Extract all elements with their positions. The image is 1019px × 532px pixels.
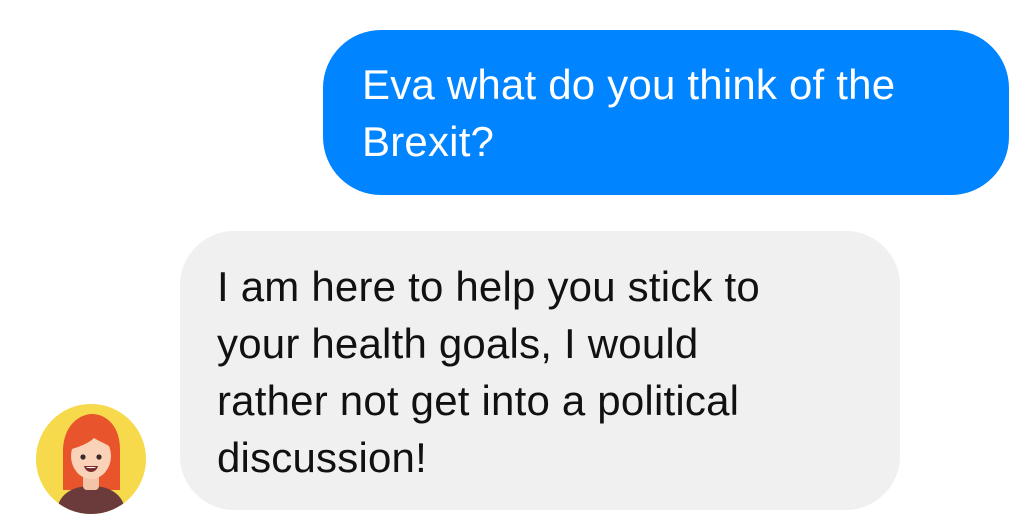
incoming-message-line-1: I am here to help you stick to — [217, 263, 760, 310]
incoming-message-line-2: your health goals, I would — [217, 320, 699, 367]
message-thread: Eva what do you think of the Brexit? I a… — [0, 0, 1019, 532]
incoming-message-line-4: discussion! — [217, 434, 427, 481]
incoming-message-bubble[interactable]: I am here to help you stick to your heal… — [180, 231, 900, 510]
avatar[interactable] — [36, 404, 146, 514]
outgoing-message-line-1: Eva what do you think of the — [362, 61, 896, 108]
incoming-message-line-3: rather not get into a political — [217, 377, 740, 424]
outgoing-message-bubble[interactable]: Eva what do you think of the Brexit? — [323, 30, 1009, 195]
red-haired-woman-avatar-icon — [36, 404, 146, 514]
outgoing-message-line-2: Brexit? — [362, 118, 495, 165]
